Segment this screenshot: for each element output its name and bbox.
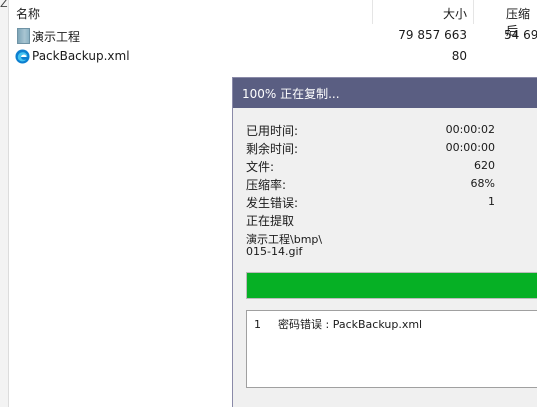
status-text: 正在提取 (246, 214, 295, 228)
message-item[interactable]: 1 密码错误 : PackBackup.xml (254, 316, 422, 332)
message-number: 1 (254, 318, 261, 331)
file-name: 演示工程 (32, 30, 81, 44)
file-name: PackBackup.xml (32, 49, 130, 63)
errors-value: 1 (488, 195, 495, 208)
ratio-value: 68% (470, 177, 495, 190)
copy-progress-dialog: 100% 正在复制... 已用时间: 00:00:02 剩余时间: 00:00:… (232, 77, 537, 407)
elapsed-label: 已用时间: (246, 124, 299, 138)
errors-label: 发生错误: (246, 196, 299, 210)
message-list[interactable]: 1 密码错误 : PackBackup.xml (246, 310, 537, 388)
ratio-label: 压缩率: (246, 178, 287, 192)
column-header-name[interactable]: 名称 (16, 5, 40, 22)
column-divider[interactable] (372, 0, 373, 24)
dialog-title-bar[interactable]: 100% 正在复制... (233, 78, 537, 108)
edge-browser-icon (15, 49, 30, 64)
file-row[interactable]: 演示工程 79 857 663 54 69 (9, 25, 537, 46)
message-text: 密码错误 : PackBackup.xml (278, 318, 423, 331)
progress-bar (246, 272, 537, 299)
file-packed: 54 69 (504, 28, 537, 42)
file-size: 79 857 663 (398, 28, 467, 42)
folder-icon (17, 28, 30, 44)
column-divider[interactable] (473, 0, 474, 24)
progress-bar-fill (247, 273, 537, 298)
elapsed-value: 00:00:02 (445, 123, 495, 136)
dialog-title: 100% 正在复制... (242, 87, 340, 101)
current-file: 015-14.gif (246, 245, 303, 258)
file-list-header: 名称 大小 压缩后 (9, 0, 537, 38)
screen: Z 名称 大小 压缩后 演示工程 79 857 663 54 69 PackBa… (0, 0, 537, 407)
remaining-value: 00:00:00 (445, 141, 495, 154)
remaining-label: 剩余时间: (246, 142, 299, 156)
files-label: 文件: (246, 160, 275, 174)
file-size: 80 (451, 49, 467, 63)
corner-char: Z (0, 0, 8, 10)
files-value: 620 (474, 159, 495, 172)
file-row[interactable]: PackBackup.xml 80 (9, 46, 537, 67)
left-panel-edge (0, 0, 9, 407)
column-header-size[interactable]: 大小 (443, 5, 467, 22)
